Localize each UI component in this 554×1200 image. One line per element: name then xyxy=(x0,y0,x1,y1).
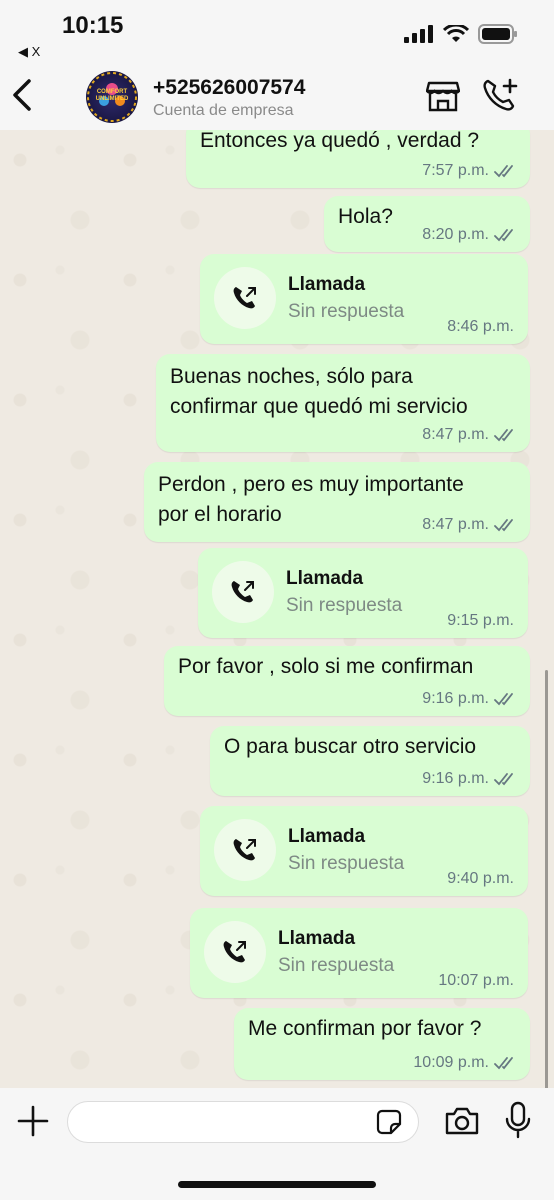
double-check-icon xyxy=(494,165,513,178)
call-add-icon[interactable] xyxy=(482,78,518,112)
phone-outgoing-icon xyxy=(223,941,246,963)
call-title: Llamada xyxy=(288,826,366,847)
message-line: Buenas noches, sólo para xyxy=(170,365,413,388)
message-time: 9:16 p.m. xyxy=(422,770,489,787)
message-line: confirmar que quedó mi servicio xyxy=(170,395,468,418)
message-text: Hola? xyxy=(338,202,393,232)
message-line: Por favor , solo si me confirman xyxy=(178,655,474,678)
message-text: Entonces ya quedó , verdad ? xyxy=(200,130,479,156)
contact-subtitle: Cuenta de empresa xyxy=(153,102,294,119)
back-chevron-icon[interactable] xyxy=(10,78,36,112)
call-status: Sin respuesta xyxy=(288,301,405,322)
message-line: Hola? xyxy=(338,205,393,228)
message-bubble[interactable]: Por favor , solo si me confirman 9:16 p.m… xyxy=(164,646,530,716)
message-time: 8:46 p.m. xyxy=(447,318,514,335)
call-icon-circle xyxy=(204,921,266,983)
home-indicator[interactable] xyxy=(178,1181,376,1188)
call-title: Llamada xyxy=(288,274,366,295)
message-time: 9:16 p.m. xyxy=(422,690,489,707)
call-icon-circle xyxy=(212,561,274,623)
message-time: 7:57 p.m. xyxy=(422,162,489,179)
message-meta: 10:09 p.m. xyxy=(413,1054,516,1072)
message-meta: 8:47 p.m. xyxy=(422,426,516,444)
store-icon[interactable] xyxy=(426,80,460,112)
message-meta: 9:16 p.m. xyxy=(422,690,516,708)
contact-name[interactable]: +525626007574 xyxy=(153,76,305,100)
call-message-bubble[interactable]: Llamada Sin respuesta 10:07 p.m. xyxy=(190,908,528,998)
message-meta: 8:20 p.m. xyxy=(422,226,516,244)
message-time: 8:20 p.m. xyxy=(422,226,489,243)
camera-icon[interactable] xyxy=(444,1106,480,1136)
message-meta: 9:15 p.m. xyxy=(447,612,514,630)
message-bubble[interactable]: Me confirman por favor ? 10:09 p.m. xyxy=(234,1008,530,1080)
message-meta: 8:46 p.m. xyxy=(447,318,514,336)
message-time: 9:40 p.m. xyxy=(447,870,514,887)
phone-outgoing-icon xyxy=(233,839,256,861)
double-check-icon xyxy=(494,229,513,242)
message-text: Perdon , pero es muy importante por el ho… xyxy=(158,470,464,530)
double-check-icon xyxy=(494,429,513,442)
double-check-icon xyxy=(494,519,513,532)
sticker-icon[interactable] xyxy=(376,1109,402,1135)
message-line: Perdon , pero es muy importante xyxy=(158,473,464,496)
mic-icon[interactable] xyxy=(504,1101,532,1139)
message-line: por el horario xyxy=(158,503,282,526)
wifi-icon xyxy=(443,25,469,42)
message-bubble[interactable]: Perdon , pero es muy importante por el ho… xyxy=(144,462,530,542)
scroll-indicator[interactable] xyxy=(545,670,548,1088)
message-meta: 10:07 p.m. xyxy=(438,972,514,990)
message-text: O para buscar otro servicio xyxy=(224,732,476,762)
double-check-icon xyxy=(494,693,513,706)
call-status: Sin respuesta xyxy=(286,595,403,616)
double-check-icon xyxy=(494,1057,513,1070)
message-bubble[interactable]: Buenas noches, sólo para confirmar que qu… xyxy=(156,354,530,452)
call-status: Sin respuesta xyxy=(288,853,405,874)
phone-outgoing-icon xyxy=(233,287,256,309)
message-time: 9:15 p.m. xyxy=(447,612,514,629)
message-text: Por favor , solo si me confirman xyxy=(178,652,473,682)
message-time: 8:47 p.m. xyxy=(422,426,489,443)
message-text: Me confirman por favor ? xyxy=(248,1014,481,1044)
call-message-bubble[interactable]: Llamada Sin respuesta 9:15 p.m. xyxy=(198,548,528,638)
message-bubble[interactable]: Entonces ya quedó , verdad ? 7:57 p.m. xyxy=(186,130,530,188)
message-line: Me confirman por favor ? xyxy=(248,1017,482,1040)
avatar-text: COMFORT UNLIMITED xyxy=(95,89,129,102)
call-icon-circle xyxy=(214,267,276,329)
battery-icon xyxy=(478,24,517,44)
signal-icon xyxy=(404,25,433,43)
call-message-bubble[interactable]: Llamada Sin respuesta 8:46 p.m. xyxy=(200,254,528,344)
status-icons xyxy=(404,24,518,44)
message-time: 8:47 p.m. xyxy=(422,516,489,533)
message-time: 10:07 p.m. xyxy=(438,972,514,989)
back-to-app-link[interactable]: ◀ X xyxy=(18,44,40,60)
message-line: Entonces ya quedó , verdad ? xyxy=(200,130,480,152)
message-input[interactable] xyxy=(67,1101,419,1143)
message-bubble[interactable]: O para buscar otro servicio 9:16 p.m. xyxy=(210,726,530,796)
input-bar xyxy=(0,1088,554,1200)
call-title: Llamada xyxy=(286,568,364,589)
phone-outgoing-icon xyxy=(231,581,254,603)
message-text: Buenas noches, sólo para confirmar que qu… xyxy=(170,362,468,422)
avatar[interactable]: COMFORT UNLIMITED xyxy=(86,71,138,123)
message-line: O para buscar otro servicio xyxy=(224,735,477,758)
message-bubble[interactable]: Hola? 8:20 p.m. xyxy=(324,196,530,252)
chat-header: COMFORT UNLIMITED +525626007574 Cuenta d… xyxy=(0,62,554,130)
call-icon-circle xyxy=(214,819,276,881)
status-bar: 10:15 ◀ X xyxy=(0,0,554,62)
message-meta: 8:47 p.m. xyxy=(422,516,516,534)
message-meta: 7:57 p.m. xyxy=(422,162,516,180)
message-meta: 9:40 p.m. xyxy=(447,870,514,888)
message-meta: 9:16 p.m. xyxy=(422,770,516,788)
screen: 10:15 ◀ X COMFORT UNLIMITED +52562600757… xyxy=(0,0,554,1200)
double-check-icon xyxy=(494,773,513,786)
call-title: Llamada xyxy=(278,928,356,949)
chat-area[interactable]: Entonces ya quedó , verdad ? 7:57 p.m. Hol… xyxy=(0,130,554,1088)
status-time: 10:15 xyxy=(62,12,124,39)
call-status: Sin respuesta xyxy=(278,955,395,976)
message-time: 10:09 p.m. xyxy=(413,1054,489,1071)
call-message-bubble[interactable]: Llamada Sin respuesta 9:40 p.m. xyxy=(200,806,528,896)
plus-icon[interactable] xyxy=(16,1104,50,1138)
